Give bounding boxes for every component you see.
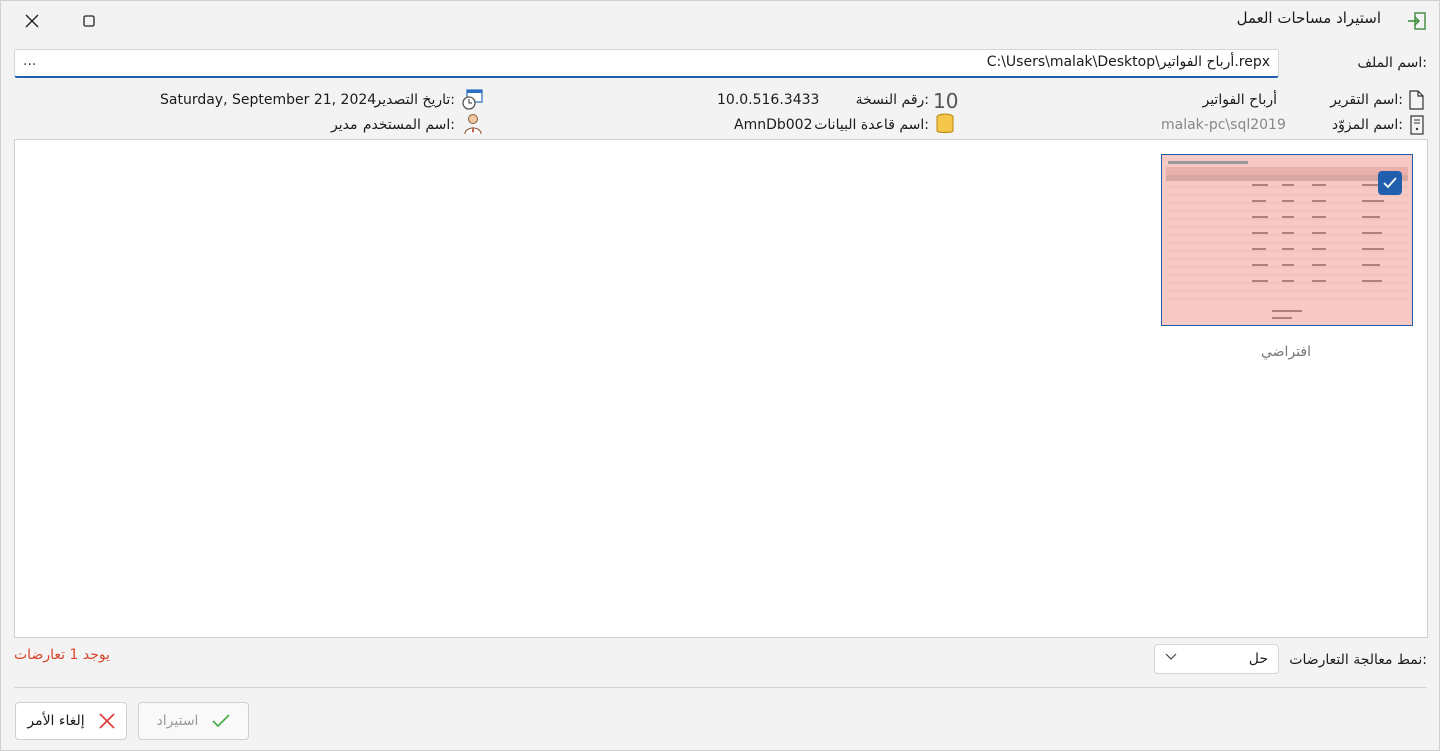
calendar-clock-icon [461, 89, 483, 111]
chevron-down-icon [1165, 653, 1177, 660]
conflict-mode-label: نمط معالجة التعارضات: [1289, 652, 1427, 668]
version-label: رقم النسخة: [855, 92, 929, 108]
close-button[interactable] [9, 1, 55, 41]
database-icon [935, 113, 955, 135]
report-name-value: أرباح الفواتير [1202, 92, 1277, 108]
version-value: 10.0.516.3433 [717, 92, 820, 108]
browse-button[interactable]: ... [23, 53, 36, 69]
maximize-icon [83, 15, 95, 27]
provider-label: اسم المزوّد: [1331, 117, 1403, 133]
import-label: استيراد [156, 713, 199, 729]
export-date-label: تاريخ التصدير: [374, 92, 455, 108]
layouts-panel: افتراضي [14, 139, 1428, 638]
file-name-label: اسم الملف: [1357, 55, 1427, 71]
layout-checkbox[interactable] [1378, 171, 1402, 195]
close-icon [25, 14, 39, 28]
report-preview-image [1162, 155, 1412, 325]
user-value: مدير [331, 117, 358, 133]
database-value: AmnDb002 [734, 117, 813, 133]
import-workspaces-dialog: استيراد مساحات العمل اسم الملف: ... C:\U… [0, 0, 1440, 751]
maximize-button[interactable] [66, 1, 112, 41]
conflict-mode-value: حل [1248, 651, 1268, 667]
conflict-message: يوجد 1 تعارضات [14, 647, 110, 663]
database-label: اسم قاعدة البيانات: [814, 117, 929, 133]
import-button[interactable]: استيراد [138, 702, 249, 740]
checkmark-icon [1383, 177, 1397, 189]
export-date-value: Saturday, September 21, 2024 [160, 92, 377, 108]
layout-thumbnail[interactable] [1161, 154, 1413, 326]
server-icon [1409, 115, 1425, 135]
layout-name: افتراضي [1261, 344, 1311, 360]
check-icon [212, 714, 231, 728]
provider-value: malak-pc\sql2019 [1161, 117, 1286, 133]
report-name-label: اسم التقرير: [1330, 92, 1403, 108]
user-icon [462, 113, 484, 135]
file-path-input[interactable]: ... C:\Users\malak\Desktop\أرباح الفواتي… [14, 49, 1279, 78]
version-icon: 10 [933, 89, 959, 113]
cancel-icon [99, 713, 115, 729]
user-label: اسم المستخدم: [362, 117, 455, 133]
cancel-button[interactable]: إلغاء الأمر [15, 702, 127, 740]
cancel-label: إلغاء الأمر [27, 713, 85, 729]
import-icon [1407, 11, 1427, 31]
file-path-value: C:\Users\malak\Desktop\أرباح الفواتير.re… [986, 54, 1270, 70]
conflict-mode-select[interactable]: حل [1154, 644, 1279, 674]
footer-divider [14, 687, 1427, 688]
dialog-title: استيراد مساحات العمل [1236, 9, 1381, 27]
document-icon [1407, 90, 1427, 110]
